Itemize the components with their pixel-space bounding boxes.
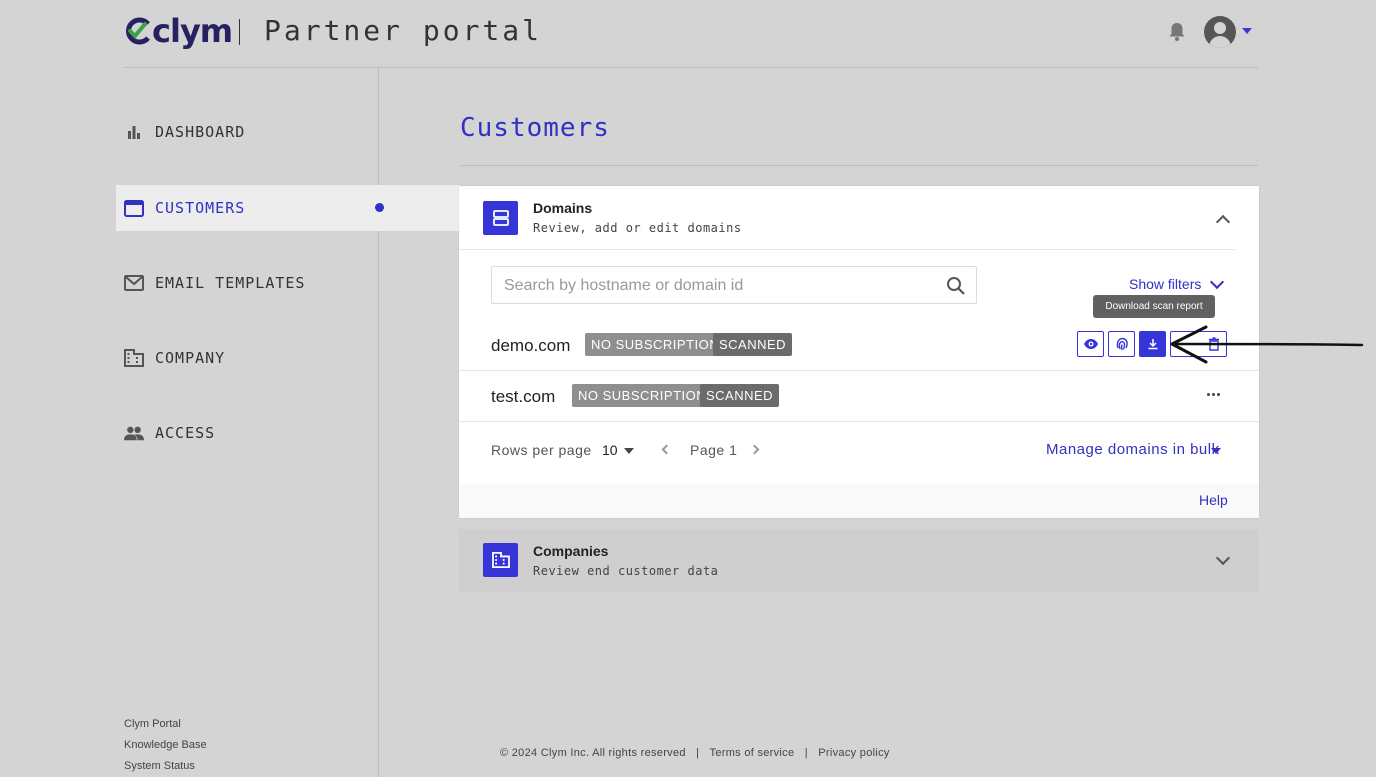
top-header: clym Partner portal <box>124 0 1258 68</box>
clym-logo-mark-icon <box>126 17 150 45</box>
view-button[interactable] <box>1077 331 1104 357</box>
eye-icon <box>1083 339 1098 349</box>
scan-status-badge: SCANNED <box>700 384 780 407</box>
subscription-badge: NO SUBSCRIPTION <box>585 333 726 356</box>
building-icon <box>124 348 144 368</box>
table-row[interactable]: test.com NO SUBSCRIPTION SCANNED <box>459 371 1259 422</box>
sidebar-item-email-templates[interactable]: EMAIL TEMPLATES <box>116 260 379 306</box>
title-divider <box>460 165 1258 166</box>
notification-bell-icon[interactable] <box>1168 22 1186 42</box>
domain-hostname[interactable]: demo.com <box>491 336 570 356</box>
page-footer: © 2024 Clym Inc. All rights reserved | T… <box>500 747 890 759</box>
subscription-badge: NO SUBSCRIPTION <box>572 384 713 407</box>
page-indicator: Page 1 <box>690 442 738 458</box>
pagination-bar: Rows per page 10 Page 1 Manage domains i… <box>459 422 1259 480</box>
download-scan-report-button[interactable] <box>1139 331 1166 357</box>
next-page-icon[interactable] <box>749 444 760 455</box>
sidebar-item-label: CUSTOMERS <box>155 199 246 217</box>
domain-search-input[interactable]: Search by hostname or domain id <box>491 266 977 304</box>
clym-logo[interactable]: clym <box>124 12 233 50</box>
search-placeholder: Search by hostname or domain id <box>504 277 744 294</box>
portal-title: Partner portal <box>264 14 543 47</box>
bar-chart-icon <box>124 122 144 142</box>
manage-domains-bulk-button[interactable]: Manage domains in bulk <box>1046 441 1220 458</box>
rows-per-page-label: Rows per page <box>491 442 592 458</box>
sidebar-item-label: COMPANY <box>155 349 226 367</box>
sidebar-item-access[interactable]: ACCESS <box>116 410 379 456</box>
page-title: Customers <box>460 113 610 143</box>
user-menu-caret-icon[interactable] <box>1242 28 1252 34</box>
sidebar-item-company[interactable]: COMPANY <box>116 335 379 381</box>
sidebar-item-dashboard[interactable]: DASHBOARD <box>116 109 379 155</box>
rows-per-page-caret-icon[interactable] <box>624 448 634 454</box>
more-options-icon[interactable] <box>1207 393 1220 396</box>
companies-panel-title: Companies <box>533 543 609 559</box>
rows-per-page-select[interactable]: 10 <box>602 442 618 458</box>
terms-link[interactable]: Terms of service <box>710 747 795 759</box>
logo-text: clym <box>152 12 233 50</box>
knowledge-base-link[interactable]: Knowledge Base <box>124 735 207 756</box>
footer-separator: | <box>696 747 700 759</box>
mail-icon <box>124 273 144 293</box>
domains-panel-subtitle: Review, add or edit domains <box>533 221 742 235</box>
show-filters-label: Show filters <box>1129 276 1202 292</box>
domains-panel-header[interactable]: Domains Review, add or edit domains <box>459 186 1235 250</box>
scan-button[interactable] <box>1108 331 1135 357</box>
chevron-down-icon <box>1210 274 1225 289</box>
search-icon[interactable] <box>946 276 966 296</box>
window-icon <box>124 198 144 218</box>
active-indicator-dot <box>375 203 384 212</box>
annotation-arrow-icon <box>1170 325 1364 364</box>
logo-separator <box>239 19 240 45</box>
show-filters-button[interactable]: Show filters <box>1129 274 1225 292</box>
table-row[interactable]: demo.com NO SUBSCRIPTION SCANNED <box>459 320 1259 371</box>
building-icon <box>483 543 518 577</box>
sidebar-item-label: ACCESS <box>155 424 216 442</box>
companies-panel-subtitle: Review end customer data <box>533 564 719 578</box>
clym-portal-link[interactable]: Clym Portal <box>124 714 207 735</box>
avatar-body-shape <box>1209 36 1231 48</box>
bulk-menu-caret-icon[interactable] <box>1211 448 1221 454</box>
user-avatar[interactable] <box>1204 16 1236 48</box>
storage-icon <box>483 201 518 235</box>
collapse-chevron-icon[interactable] <box>1215 214 1231 230</box>
download-icon <box>1148 339 1157 350</box>
companies-panel[interactable]: Companies Review end customer data <box>459 529 1259 592</box>
domains-panel-title: Domains <box>533 200 593 216</box>
expand-chevron-icon[interactable] <box>1215 550 1231 566</box>
download-tooltip: Download scan report <box>1093 295 1215 318</box>
sidebar-item-label: DASHBOARD <box>155 123 246 141</box>
domains-panel: Domains Review, add or edit domains Sear… <box>459 186 1259 518</box>
sidebar-item-label: EMAIL TEMPLATES <box>155 274 306 292</box>
system-status-link[interactable]: System Status <box>124 756 207 777</box>
help-row: Help <box>459 484 1259 518</box>
privacy-link[interactable]: Privacy policy <box>818 747 889 759</box>
fingerprint-icon <box>1116 337 1128 351</box>
footer-separator: | <box>804 747 808 759</box>
help-link[interactable]: Help <box>1199 492 1228 508</box>
sidebar-item-customers[interactable]: CUSTOMERS <box>116 185 460 231</box>
sidebar-footer-links: Clym Portal Knowledge Base System Status <box>124 714 207 777</box>
domain-hostname[interactable]: test.com <box>491 387 555 407</box>
scan-status-badge: SCANNED <box>713 333 793 356</box>
avatar-head-shape <box>1214 22 1226 34</box>
previous-page-icon[interactable] <box>661 444 672 455</box>
copyright-text: © 2024 Clym Inc. All rights reserved <box>500 747 686 759</box>
people-icon <box>124 423 144 443</box>
